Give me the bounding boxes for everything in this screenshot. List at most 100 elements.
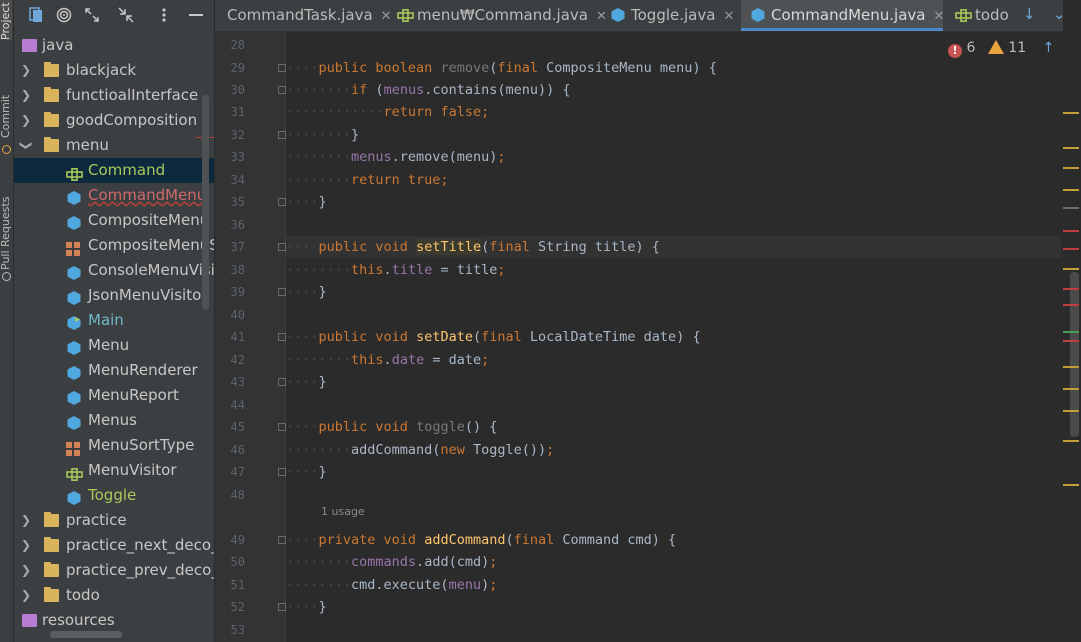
tree-row-todo[interactable]: ❯ todo <box>14 583 214 608</box>
code-line[interactable] <box>286 304 1061 326</box>
error-marker[interactable] <box>1063 248 1079 250</box>
tree-row-java[interactable]: java <box>14 33 214 58</box>
tree-row-consolemenuvisitor[interactable]: ConsoleMenuVisito <box>14 258 214 283</box>
code-line[interactable]: ········return true; <box>286 169 1061 191</box>
close-icon[interactable]: ✕ <box>933 9 944 24</box>
tree-row-command[interactable]: Command <box>14 158 214 183</box>
code-line[interactable]: ····public void toggle() { <box>286 416 1061 438</box>
warning-marker[interactable] <box>1063 410 1079 412</box>
tree-row-menureport[interactable]: MenuReport <box>14 383 214 408</box>
chevron-right-icon[interactable]: ❯ <box>20 583 32 608</box>
chevron-right-icon[interactable]: ❯ <box>20 558 32 583</box>
hide-icon[interactable] <box>182 1 210 29</box>
expand-icon[interactable] <box>78 1 106 29</box>
code-line[interactable]: ········this.title = title; <box>286 259 1061 281</box>
fold-icon[interactable] <box>278 423 286 431</box>
error-marker[interactable] <box>1063 288 1079 290</box>
tree-row-practice[interactable]: ❯ practice <box>14 508 214 533</box>
tab-toggle[interactable]: Toggle.java ✕ <box>611 0 741 31</box>
options-icon[interactable] <box>150 1 178 29</box>
code-line[interactable]: ········addCommand(new Toggle()); <box>286 439 1061 461</box>
code-line[interactable] <box>286 34 1061 56</box>
warning-marker[interactable] <box>1063 112 1079 114</box>
code-line[interactable]: ····} <box>286 461 1061 483</box>
code-line[interactable] <box>286 214 1061 236</box>
error-marker[interactable] <box>1063 340 1079 342</box>
tree-row-blackjack[interactable]: ❯ blackjack <box>14 58 214 83</box>
tree-vertical-scrollbar[interactable] <box>202 95 209 310</box>
warning-marker[interactable] <box>1063 189 1079 191</box>
code-line[interactable]: ····} <box>286 281 1061 303</box>
tree-row-compositemenu[interactable]: CompositeMenu <box>14 208 214 233</box>
project-files-icon[interactable] <box>22 1 50 29</box>
tree-row-menus[interactable]: Menus <box>14 408 214 433</box>
fold-icon[interactable] <box>278 378 286 386</box>
warning-marker[interactable] <box>1063 366 1079 368</box>
code-line[interactable]: ········this.date = date; <box>286 349 1061 371</box>
warning-marker[interactable] <box>1063 440 1079 442</box>
tree-row-menusorttype[interactable]: MenuSortType <box>14 433 214 458</box>
pull-requests-tool-button[interactable]: Pull Requests <box>0 180 12 270</box>
warning-marker[interactable] <box>1063 268 1079 270</box>
fold-icon[interactable] <box>278 64 286 72</box>
tree-row-compositemenusorttype[interactable]: CompositeMenuSc <box>14 233 214 258</box>
tab-commandtask[interactable]: CommandTask.java ✕ <box>227 0 392 31</box>
fold-icon[interactable] <box>278 333 286 341</box>
warning-marker[interactable] <box>1063 484 1079 486</box>
code-line[interactable]: ····private void addCommand(final Comman… <box>286 529 1061 551</box>
fold-icon[interactable] <box>278 243 286 251</box>
tree-row-commandmenu[interactable]: CommandMenu <box>14 183 214 208</box>
code-line[interactable]: ········if (menus.contains(menu)) { <box>286 79 1061 101</box>
code-line[interactable]: ····} <box>286 191 1061 213</box>
tree-row-menuvisitor[interactable]: MenuVisitor <box>14 458 214 483</box>
tree-row-menu-class[interactable]: Menu <box>14 333 214 358</box>
target-icon[interactable] <box>50 1 78 29</box>
tree-horizontal-scrollbar[interactable] <box>50 631 122 638</box>
code-line[interactable]: ····public void setTitle(final String ti… <box>286 236 1061 258</box>
chevron-right-icon[interactable]: ❯ <box>20 108 32 133</box>
collapse-icon[interactable] <box>112 1 140 29</box>
tree-row-practice-next-deco[interactable]: ❯ practice_next_deco_fo <box>14 533 214 558</box>
chevron-right-icon[interactable]: ❯ <box>20 58 32 83</box>
tab-commandmenu[interactable]: CommandMenu.java ✕ <box>741 0 944 31</box>
error-marker[interactable] <box>1063 304 1079 306</box>
tree-row-menu[interactable]: ❯ menu <box>14 133 214 158</box>
chevron-right-icon[interactable]: ❯ <box>20 83 32 108</box>
code-line[interactable] <box>286 619 1061 641</box>
tree-row-menurenderer[interactable]: MenuRenderer <box>14 358 214 383</box>
info-marker[interactable] <box>1063 207 1079 209</box>
warning-marker[interactable] <box>1063 167 1079 169</box>
close-icon[interactable]: ✕ <box>723 9 734 24</box>
close-icon[interactable]: ✕ <box>381 9 392 24</box>
change-marker[interactable] <box>1063 331 1079 333</box>
code-line[interactable]: ········commands.add(cmd); <box>286 551 1061 573</box>
tree-row-main[interactable]: Main <box>14 308 214 333</box>
usage-hint[interactable]: 1 usage <box>321 505 365 521</box>
tree-row-functioalinterface[interactable]: ❯ functioalInterface <box>14 83 214 108</box>
fold-icon[interactable] <box>278 468 286 476</box>
code-line[interactable]: ········menus.remove(menu); <box>286 146 1061 168</box>
warning-marker[interactable] <box>1063 147 1079 149</box>
code-line[interactable]: ····public void setDate(final LocalDateT… <box>286 326 1061 348</box>
code-line[interactable]: ········} <box>286 124 1061 146</box>
close-icon[interactable]: ✕ <box>596 9 607 24</box>
fold-icon[interactable] <box>278 536 286 544</box>
arrow-down-icon[interactable]: ↓ <box>1023 5 1036 23</box>
tab-menu-command[interactable]: menu₩Command.java ✕ <box>397 0 607 31</box>
project-tool-button[interactable]: Project <box>0 0 12 40</box>
tree-row-toggle[interactable]: Toggle <box>14 483 214 508</box>
tab-todo[interactable]: todo <box>955 0 1031 31</box>
code-line[interactable]: ····public boolean remove(final Composit… <box>286 57 1061 79</box>
code-line[interactable] <box>286 394 1061 416</box>
code-line[interactable] <box>286 484 1061 506</box>
fold-icon[interactable] <box>278 198 286 206</box>
tree-row-practice-prev-deco[interactable]: ❯ practice_prev_deco_fo <box>14 558 214 583</box>
tree-row-jsonmenuvisitor[interactable]: JsonMenuVisitor <box>14 283 214 308</box>
error-marker[interactable] <box>1063 230 1079 232</box>
fold-icon[interactable] <box>278 86 286 94</box>
tree-row-goodcomposition[interactable]: ❯ goodComposition <box>14 108 214 133</box>
fold-icon[interactable] <box>278 603 286 611</box>
fold-icon[interactable] <box>278 288 286 296</box>
code-line[interactable]: ····} <box>286 371 1061 393</box>
tree-row-resources[interactable]: resources <box>14 608 214 633</box>
